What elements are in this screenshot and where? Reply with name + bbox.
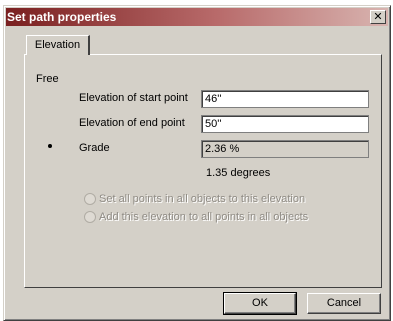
title-bar[interactable]: Set path properties ✕ (6, 8, 388, 26)
add-elevation-label: Add this elevation to all points in all … (99, 211, 308, 223)
set-all-points-radio[interactable] (84, 193, 96, 205)
close-button[interactable]: ✕ (370, 10, 386, 24)
grade-radio[interactable] (45, 141, 57, 153)
ok-button[interactable]: OK (223, 292, 297, 315)
add-elevation-radio[interactable] (84, 211, 96, 223)
set-all-points-label: Set all points in all objects to this el… (99, 193, 305, 205)
tab-elevation[interactable]: Elevation (26, 35, 90, 55)
grade-label: Grade (79, 142, 110, 154)
window-title: Set path properties (7, 10, 117, 24)
degrees-text: 1.35 degrees (206, 167, 271, 179)
cancel-button[interactable]: Cancel (307, 293, 381, 314)
start-point-radio[interactable] (45, 91, 57, 103)
free-group-label: Free (36, 73, 59, 85)
tab-elevation-label: Elevation (34, 39, 81, 51)
set-all-points-text: Set all points in all objects to this el… (99, 193, 306, 205)
radio-selected-dot (48, 144, 52, 148)
start-point-elevation-input[interactable]: 46'' (201, 90, 369, 108)
start-point-label: Elevation of start point (79, 92, 188, 104)
grade-value-field: 2.36 % (201, 140, 369, 158)
end-point-radio[interactable] (45, 116, 57, 128)
end-point-label: Elevation of end point (79, 117, 185, 129)
close-icon: ✕ (373, 11, 383, 23)
end-point-elevation-input[interactable]: 50'' (201, 115, 369, 133)
add-elevation-text: Add this elevation to all points in all … (99, 211, 309, 223)
